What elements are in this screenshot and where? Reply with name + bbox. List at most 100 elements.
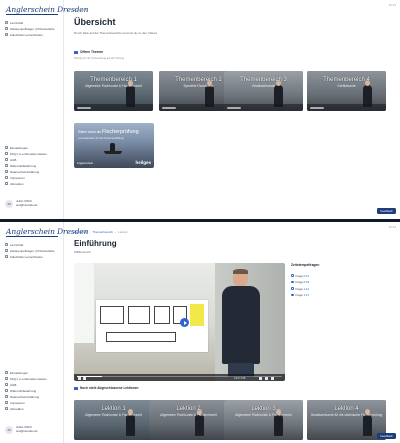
- play-pause-icon[interactable]: [78, 377, 81, 380]
- timestamp-item[interactable]: Frage 0:45: [291, 280, 391, 285]
- sidebar-item-einstellungen[interactable]: Einstellungen: [5, 145, 61, 150]
- breadcrumb-item[interactable]: Themenbereich: [92, 230, 113, 234]
- card-footer: [74, 104, 153, 111]
- sidebar-item-datenschutz[interactable]: Datenschutzerklärung: [5, 169, 61, 174]
- sidebar-item-zuletzt[interactable]: Zuletzt/bei Lerneinheiten: [5, 32, 61, 37]
- promo-headline: Sicher durch die Fischerprüfung: [78, 129, 139, 135]
- video-player[interactable]: 0:23 / 2:58: [74, 263, 285, 381]
- fullscreen-icon[interactable]: [271, 377, 274, 380]
- timestamp-label: Frage: [295, 293, 303, 297]
- sidebar-item-label: Abmelden: [10, 406, 24, 411]
- sidebar-item-widerruf[interactable]: Widerrufsbelehrung: [5, 388, 61, 393]
- diagram-box: [154, 306, 170, 324]
- sidebar-item-agb[interactable]: AGB: [5, 382, 61, 387]
- question-icon: [5, 377, 8, 380]
- sidebar-item-impressum[interactable]: Impressum: [5, 400, 61, 405]
- feedback-button[interactable]: Feedback: [377, 433, 396, 439]
- feedback-button[interactable]: Feedback: [377, 208, 396, 214]
- sidebar-item-label: Datenschutzerklärung: [10, 169, 40, 174]
- list-icon: [5, 249, 8, 252]
- breadcrumb: Lerninhalt: [74, 8, 87, 12]
- section-header: Noch nicht Abgeschlossene Lektionen: [74, 386, 139, 390]
- settings-icon[interactable]: [259, 377, 262, 380]
- question-icon: [291, 280, 294, 284]
- card-subtitle: Allgemeine Fischkunde & Fischereirecht: [85, 413, 142, 417]
- sidebar-item-einstellungen[interactable]: Einstellungen: [5, 370, 61, 375]
- topic-card[interactable]: Themenbereich 1 Allgemeine Fischkunde & …: [74, 71, 153, 111]
- card-title: Themenbereich 4: [323, 77, 370, 83]
- sidebar-item-zeitstempelfragen[interactable]: Zeitstempelfragen | Prüfunterlehe: [5, 248, 61, 253]
- video-scene-window: [74, 263, 94, 343]
- promo-banner[interactable]: Sicher durch die Fischerprüfung Lernmate…: [74, 123, 154, 168]
- card-title: Themenbereich 1: [90, 77, 137, 83]
- topic-card[interactable]: Themenbereich 3 Gewässerkunde: [224, 71, 303, 111]
- lesson-card[interactable]: Lektion 3 Allgemeine Fischkunde & Fische…: [224, 400, 303, 440]
- sidebar-bottom-nav: Einstellungen FAQ's | Lernbereiten lasse…: [5, 370, 61, 412]
- sidebar-item-impressum[interactable]: Impressum: [5, 175, 61, 180]
- sidebar-item-lerninhalt[interactable]: Lerninhalt: [5, 242, 61, 247]
- lesson-card[interactable]: Lektion 4 Gewässerkunde für die sächsisc…: [307, 400, 386, 440]
- user-profile[interactable]: JU Julian Uffrich test@tutorado.de: [5, 200, 61, 208]
- card-subtitle: Gewässerkunde: [251, 84, 276, 88]
- diagram-box: [128, 306, 150, 324]
- main-content: Lerninhalt Übersicht Durch klick auf die…: [64, 0, 400, 219]
- user-profile[interactable]: JU Julian Uffrich test@tutorado.de: [5, 426, 61, 434]
- pip-icon[interactable]: [265, 377, 268, 380]
- diagram-box: [100, 306, 124, 324]
- logo-underline: [6, 236, 58, 237]
- card-subtitle: Allgemeine Fischkunde & Fischereirecht: [160, 413, 217, 417]
- timestamp-item[interactable]: Frage 0:12: [291, 273, 391, 278]
- presenter-image: [126, 409, 135, 436]
- page-title: Einführung: [74, 239, 117, 248]
- timestamp-item[interactable]: Frage 1:12: [291, 286, 391, 291]
- user-email: test@tutorado.de: [16, 203, 38, 207]
- timestamp-item[interactable]: Frage 1:47: [291, 293, 391, 298]
- sidebar-item-zuletzt[interactable]: Zuletzt/bei Lerneinheiten: [5, 254, 61, 259]
- lesson-card[interactable]: Lektion 2 Allgemeine Fischkunde & Fische…: [149, 400, 228, 440]
- question-icon: [5, 152, 8, 155]
- gear-icon: [5, 371, 8, 374]
- card-subtitle: Allgemeine Fischkunde & Fischereirecht: [85, 84, 142, 88]
- play-icon[interactable]: [180, 318, 189, 327]
- card-subtitle: Allgemeine Fischkunde & Fischereirecht: [235, 413, 292, 417]
- promo-line1: Sicher durch die: [78, 130, 102, 134]
- document-icon: [5, 158, 8, 161]
- sidebar-item-agb[interactable]: AGB: [5, 157, 61, 162]
- sidebar-item-zeitstempelfragen[interactable]: Zeitstempelfragen | Prüfunterlehe: [5, 26, 61, 31]
- topic-card[interactable]: Themenbereich 4 Gerätekunde: [307, 71, 386, 111]
- sidebar-item-label: Zuletzt/bei Lerneinheiten: [10, 32, 43, 37]
- sidebar-item-label: Impressum: [10, 400, 25, 405]
- sidebar-item-widerruf[interactable]: Widerrufsbelehrung: [5, 163, 61, 168]
- logout-icon: [5, 182, 8, 185]
- lesson-card[interactable]: Lektion 1 Allgemeine Fischkunde & Fische…: [74, 400, 153, 440]
- sidebar-item-datenschutz[interactable]: Datenschutzerklärung: [5, 394, 61, 399]
- breadcrumb-item: Lektion: [118, 230, 128, 234]
- sidebar-item-label: Lerninhalt: [10, 242, 24, 247]
- video-progress-bar[interactable]: [77, 375, 282, 377]
- presenter-image: [222, 269, 260, 377]
- diagram-box: [106, 332, 176, 342]
- question-icon: [291, 287, 294, 290]
- folder-icon: [74, 386, 78, 390]
- breadcrumb-item[interactable]: Lerninhalt: [74, 8, 87, 12]
- card-title: Lektion 4: [334, 406, 359, 412]
- timestamp-time: 1:47: [303, 293, 310, 297]
- sidebar-item-abmelden[interactable]: Abmelden: [5, 181, 61, 186]
- presenter-hair: [233, 269, 248, 274]
- breadcrumb: Lerninhalt › Themenbereich › Lektion: [74, 230, 128, 234]
- timestamp-time: 0:45: [303, 280, 310, 284]
- sidebar-item-label: Einstellungen: [10, 370, 29, 375]
- video-controls: 0:23 / 2:58: [74, 374, 285, 381]
- clock-icon: [5, 255, 8, 258]
- volume-icon[interactable]: [83, 377, 86, 380]
- section-header: Offene Themen: [74, 50, 103, 54]
- sidebar-item-faq[interactable]: FAQ's | Lernbereiten lassen: [5, 376, 61, 381]
- sidebar-item-abmelden[interactable]: Abmelden: [5, 406, 61, 411]
- sidebar-item-lerninhalt[interactable]: Lerninhalt: [5, 20, 61, 25]
- user-info: Julian Uffrich test@tutorado.de: [16, 426, 38, 433]
- sidebar-item-faq[interactable]: FAQ's | Lernbereiten lassen: [5, 151, 61, 156]
- breadcrumb-item[interactable]: Lerninhalt: [74, 230, 87, 234]
- avatar: JU: [5, 426, 13, 434]
- sidebar-item-label: Abmelden: [10, 181, 24, 186]
- gear-icon: [5, 146, 8, 149]
